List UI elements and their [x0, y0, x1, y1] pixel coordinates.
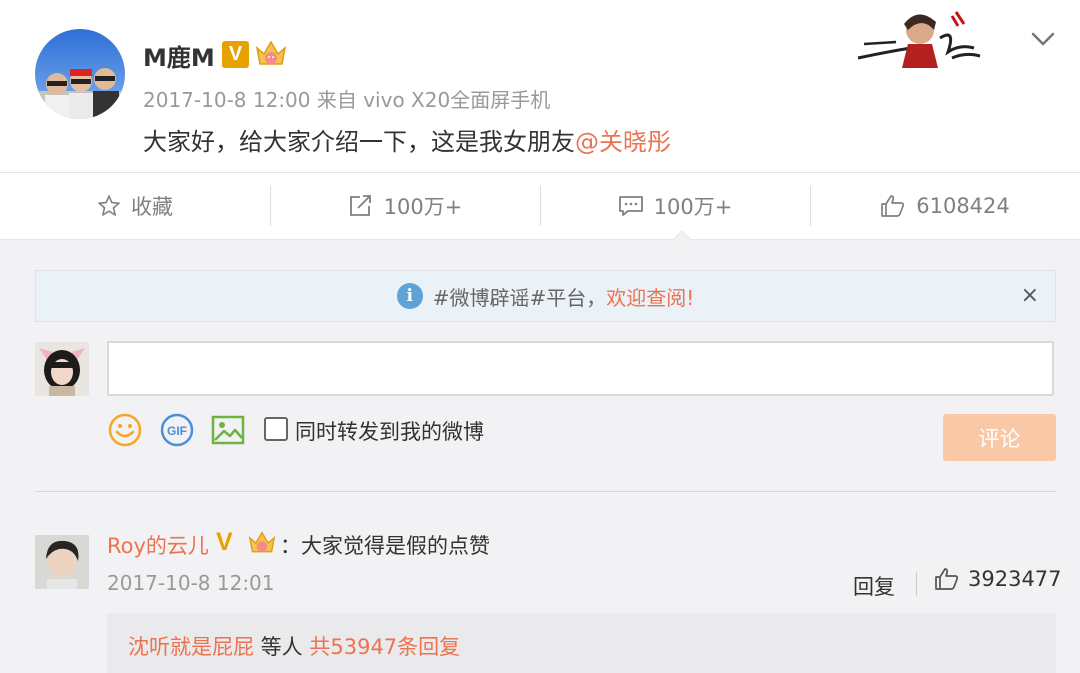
action-bar: 收藏 100万+ 100万+ 6108424	[0, 172, 1080, 240]
reply-button[interactable]: 回复	[853, 571, 895, 601]
post-content: 大家好，给大家介绍一下，这是我女朋友@关晓彤	[143, 122, 671, 157]
post-timestamp: 2017-10-8 12:00	[143, 88, 311, 112]
comment-like-button[interactable]: 3923477	[934, 567, 1062, 591]
gif-icon[interactable]: GIF	[160, 413, 194, 447]
my-avatar[interactable]	[35, 342, 89, 396]
author-avatar[interactable]	[35, 29, 125, 119]
active-tab-pointer	[672, 230, 692, 241]
mention-link[interactable]: @关晓彤	[575, 128, 671, 156]
post-text: 大家好，给大家介绍一下，这是我女朋友	[143, 128, 575, 156]
rumor-notice-banner: i #微博辟谣#平台， 欢迎查阅! ×	[35, 270, 1056, 322]
repost-button[interactable]: 100万+	[270, 173, 540, 239]
view-replies-link[interactable]: 共53947条回复	[309, 635, 460, 659]
author-name[interactable]: M鹿M	[143, 38, 215, 73]
repost-checkbox-label[interactable]: 同时转发到我的微博	[295, 416, 484, 446]
thumb-up-icon	[935, 568, 959, 590]
chevron-down-icon[interactable]	[1030, 30, 1056, 48]
info-icon: i	[396, 283, 423, 309]
close-icon[interactable]: ×	[1021, 283, 1039, 308]
divider	[916, 572, 917, 596]
svg-text:GIF: GIF	[167, 424, 187, 438]
repost-checkbox[interactable]	[264, 417, 288, 441]
favorite-button[interactable]: 收藏	[0, 173, 270, 239]
favorite-label: 收藏	[131, 195, 173, 219]
replies-middle-text: 等人	[254, 635, 310, 659]
post-card: M鹿M V 2017-10-8 12:00 来自 vivo X20全面屏手机 大…	[0, 0, 1080, 172]
post-meta: 2017-10-8 12:00 来自 vivo X20全面屏手机	[143, 84, 550, 113]
star-icon	[98, 195, 120, 216]
comment-input[interactable]	[107, 341, 1054, 396]
comment-icon	[618, 196, 643, 216]
comment-text: ：大家觉得是假的点赞	[280, 534, 490, 558]
comment-timestamp: 2017-10-8 12:01	[107, 571, 275, 595]
replies-summary: 沈听就是屁屁 等人 共53947条回复	[107, 613, 1056, 673]
crown-icon	[255, 40, 287, 65]
notice-link[interactable]: 欢迎查阅!	[606, 282, 694, 311]
notice-text: #微博辟谣#平台，	[432, 285, 607, 310]
verified-badge-icon: V	[216, 528, 233, 556]
comment-like-count: 3923477	[968, 567, 1062, 591]
commenter-avatar[interactable]	[35, 535, 89, 589]
card-decoration-image	[857, 11, 981, 68]
repost-icon	[349, 195, 371, 216]
like-count: 6108424	[916, 194, 1010, 218]
thumb-up-icon	[881, 195, 905, 217]
submit-comment-button[interactable]: 评论	[943, 414, 1056, 461]
repost-count: 100万+	[383, 195, 463, 219]
verified-badge-icon: V	[222, 41, 249, 68]
like-button[interactable]: 6108424	[810, 173, 1080, 239]
comment-count: 100万+	[653, 195, 733, 219]
crown-icon	[248, 531, 276, 553]
smiley-icon[interactable]	[108, 413, 142, 447]
section-divider	[35, 491, 1056, 492]
post-source-prefix: 来自	[316, 88, 357, 112]
reply-user-link[interactable]: 沈听就是屁屁	[128, 635, 254, 659]
commenter-name[interactable]: Roy的云儿	[107, 530, 209, 560]
post-source-device[interactable]: vivo X20全面屏手机	[363, 88, 550, 112]
image-icon[interactable]	[211, 413, 245, 447]
